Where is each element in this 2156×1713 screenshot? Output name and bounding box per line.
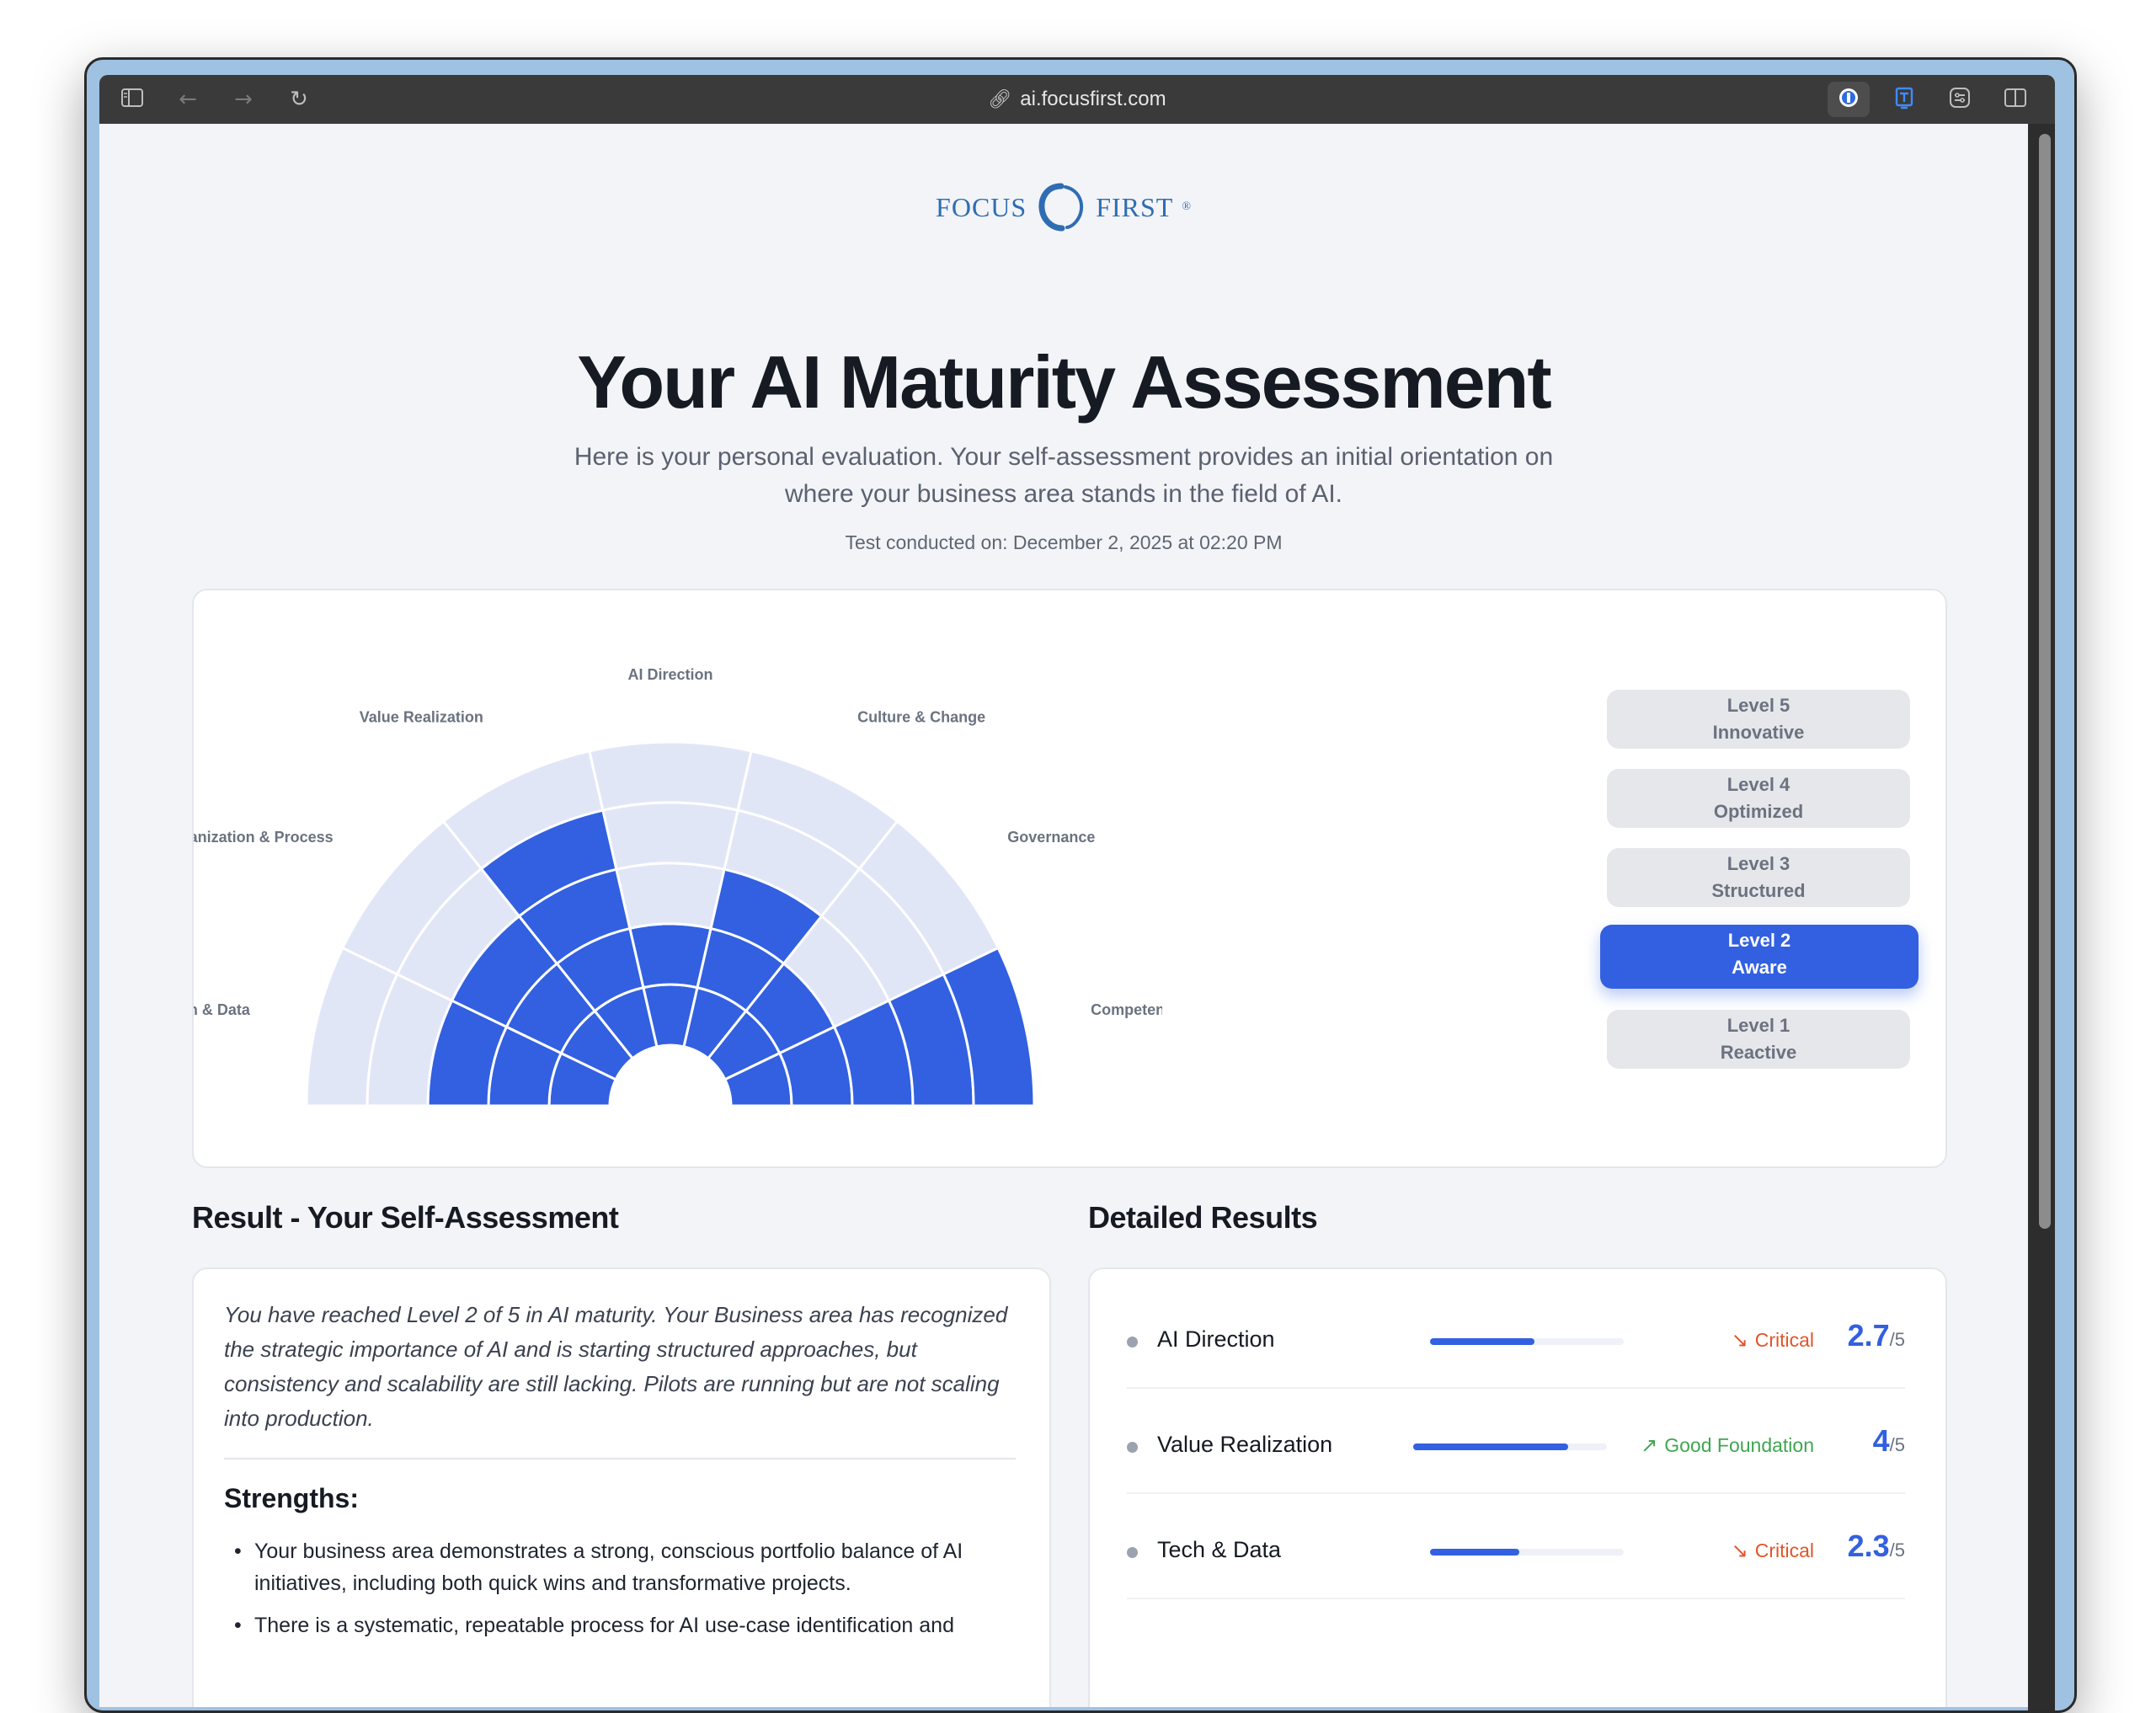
logo-text-right: FIRST bbox=[1096, 191, 1174, 222]
page-content: FOCUS FIRST ® Your AI Maturity Assessment… bbox=[99, 124, 2028, 1707]
detail-name: AI Direction bbox=[1157, 1326, 1275, 1352]
axis-label-tech-data: Tech & Data bbox=[194, 1001, 251, 1018]
axis-label-ai-direction: AI Direction bbox=[627, 666, 712, 683]
level-button-1[interactable]: Level 1 Reactive bbox=[1607, 1010, 1910, 1069]
logo-registered-mark: ® bbox=[1182, 200, 1192, 213]
focus-first-logo[interactable]: FOCUS FIRST ® bbox=[99, 181, 2028, 248]
score-bar bbox=[1413, 1444, 1607, 1450]
detail-row-ai-direction[interactable]: AI Direction ↘ Critical 2.7/5 bbox=[1127, 1296, 1905, 1389]
status-badge: ↗ Good Foundation bbox=[1641, 1433, 1814, 1457]
details-card: AI Direction ↘ Critical 2.7/5 Value Reali… bbox=[1088, 1267, 1947, 1707]
score-value: 4/5 bbox=[1872, 1423, 1905, 1458]
level-number: Level 3 bbox=[1726, 853, 1790, 874]
split-view-icon[interactable] bbox=[2001, 85, 2030, 114]
chart-segment-ai-direction-level-5 bbox=[588, 740, 753, 812]
score-value: 2.3/5 bbox=[1847, 1529, 1905, 1563]
level-name: Innovative bbox=[1712, 722, 1805, 743]
result-summary: You have reached Level 2 of 5 in AI matu… bbox=[224, 1302, 1008, 1431]
level-name: Structured bbox=[1711, 880, 1806, 901]
detail-row-tech-data[interactable]: Tech & Data ↘ Critical 2.3/5 bbox=[1127, 1507, 1905, 1599]
trend-up-icon: ↗ bbox=[1641, 1433, 1658, 1457]
translate-extension-icon[interactable] bbox=[1890, 85, 1919, 114]
details-heading: Detailed Results bbox=[1088, 1200, 1318, 1235]
score-bar-fill bbox=[1430, 1338, 1535, 1345]
level-button-3[interactable]: Level 3 Structured bbox=[1607, 848, 1910, 907]
settings-extension-icon[interactable] bbox=[1945, 85, 1974, 114]
result-heading: Result - Your Self-Assessment bbox=[192, 1200, 619, 1235]
address-bar[interactable]: 🔗︎ ai.focusfirst.com bbox=[99, 75, 2055, 124]
maturity-polar-chart: Tech & Data Organization & Process Value R… bbox=[194, 666, 1162, 1107]
bullet-dot bbox=[1127, 1547, 1138, 1558]
level-button-2[interactable]: Level 2 Aware bbox=[1600, 925, 1919, 989]
axis-label-competency: Competency bbox=[1091, 1001, 1162, 1018]
scrollbar-thumb[interactable] bbox=[2039, 134, 2051, 1229]
score-bar bbox=[1430, 1338, 1624, 1345]
page-subtitle: Here is your personal evaluation. Your s… bbox=[574, 443, 1554, 508]
level-number: Level 4 bbox=[1726, 774, 1790, 795]
score-bar bbox=[1430, 1549, 1624, 1556]
bullet-dot bbox=[1127, 1442, 1138, 1453]
status-badge: ↘ Critical bbox=[1731, 1539, 1814, 1562]
axis-label-governance: Governance bbox=[1007, 829, 1095, 846]
axis-label-value-realization: Value Realization bbox=[360, 709, 483, 726]
chart-segment-ai-direction-level-3 bbox=[615, 862, 726, 931]
level-name: Optimized bbox=[1713, 801, 1804, 822]
axis-label-organization-process: Organization & Process bbox=[194, 829, 334, 846]
level-button-4[interactable]: Level 4 Optimized bbox=[1607, 769, 1910, 828]
password-extension-icon[interactable] bbox=[1834, 85, 1863, 114]
page-title: Your AI Maturity Assessment bbox=[577, 340, 1551, 424]
link-icon: 🔗︎ bbox=[988, 89, 1012, 110]
bullet-dot bbox=[1127, 1337, 1138, 1347]
strengths-list: Your business area demonstrates a strong… bbox=[224, 1535, 1016, 1652]
strengths-title: Strengths: bbox=[224, 1483, 359, 1513]
level-button-5[interactable]: Level 5 Innovative bbox=[1607, 690, 1910, 749]
browser-window: ← → ↻ 🔗︎ ai.focusfirst.com FOCUS FIRST ®… bbox=[84, 57, 2077, 1713]
trend-down-icon: ↘ bbox=[1731, 1328, 1748, 1352]
strength-item: Your business area demonstrates a strong… bbox=[224, 1535, 1016, 1599]
axis-label-culture-change: Culture & Change bbox=[857, 709, 985, 726]
detail-row-value-realization[interactable]: Value Realization ↗ Good Foundation 4/5 bbox=[1127, 1401, 1905, 1494]
test-date: Test conducted on: December 2, 2025 at 0… bbox=[845, 531, 1283, 553]
detail-name: Tech & Data bbox=[1157, 1537, 1282, 1562]
level-name: Reactive bbox=[1720, 1042, 1797, 1063]
maturity-chart-card: Tech & Data Organization & Process Value R… bbox=[192, 589, 1947, 1168]
level-number: Level 2 bbox=[1727, 930, 1791, 951]
level-number: Level 5 bbox=[1726, 695, 1790, 716]
detail-name: Value Realization bbox=[1157, 1432, 1333, 1457]
browser-toolbar: ← → ↻ 🔗︎ ai.focusfirst.com bbox=[99, 75, 2055, 124]
logo-ring-icon bbox=[1038, 183, 1084, 232]
url-text: ai.focusfirst.com bbox=[1020, 88, 1166, 110]
result-card: You have reached Level 2 of 5 in AI matu… bbox=[192, 1267, 1051, 1707]
status-badge: ↘ Critical bbox=[1731, 1328, 1814, 1352]
level-name: Aware bbox=[1732, 957, 1787, 978]
chart-segment-ai-direction-level-4 bbox=[601, 801, 739, 872]
logo-text-left: FOCUS bbox=[936, 191, 1027, 222]
trend-down-icon: ↘ bbox=[1731, 1539, 1748, 1562]
divider bbox=[224, 1458, 1016, 1460]
level-number: Level 1 bbox=[1726, 1015, 1790, 1036]
score-bar-fill bbox=[1430, 1549, 1519, 1556]
strength-item: There is a systematic, repeatable proces… bbox=[224, 1609, 1016, 1641]
score-value: 2.7/5 bbox=[1847, 1318, 1905, 1353]
score-bar-fill bbox=[1413, 1444, 1568, 1450]
